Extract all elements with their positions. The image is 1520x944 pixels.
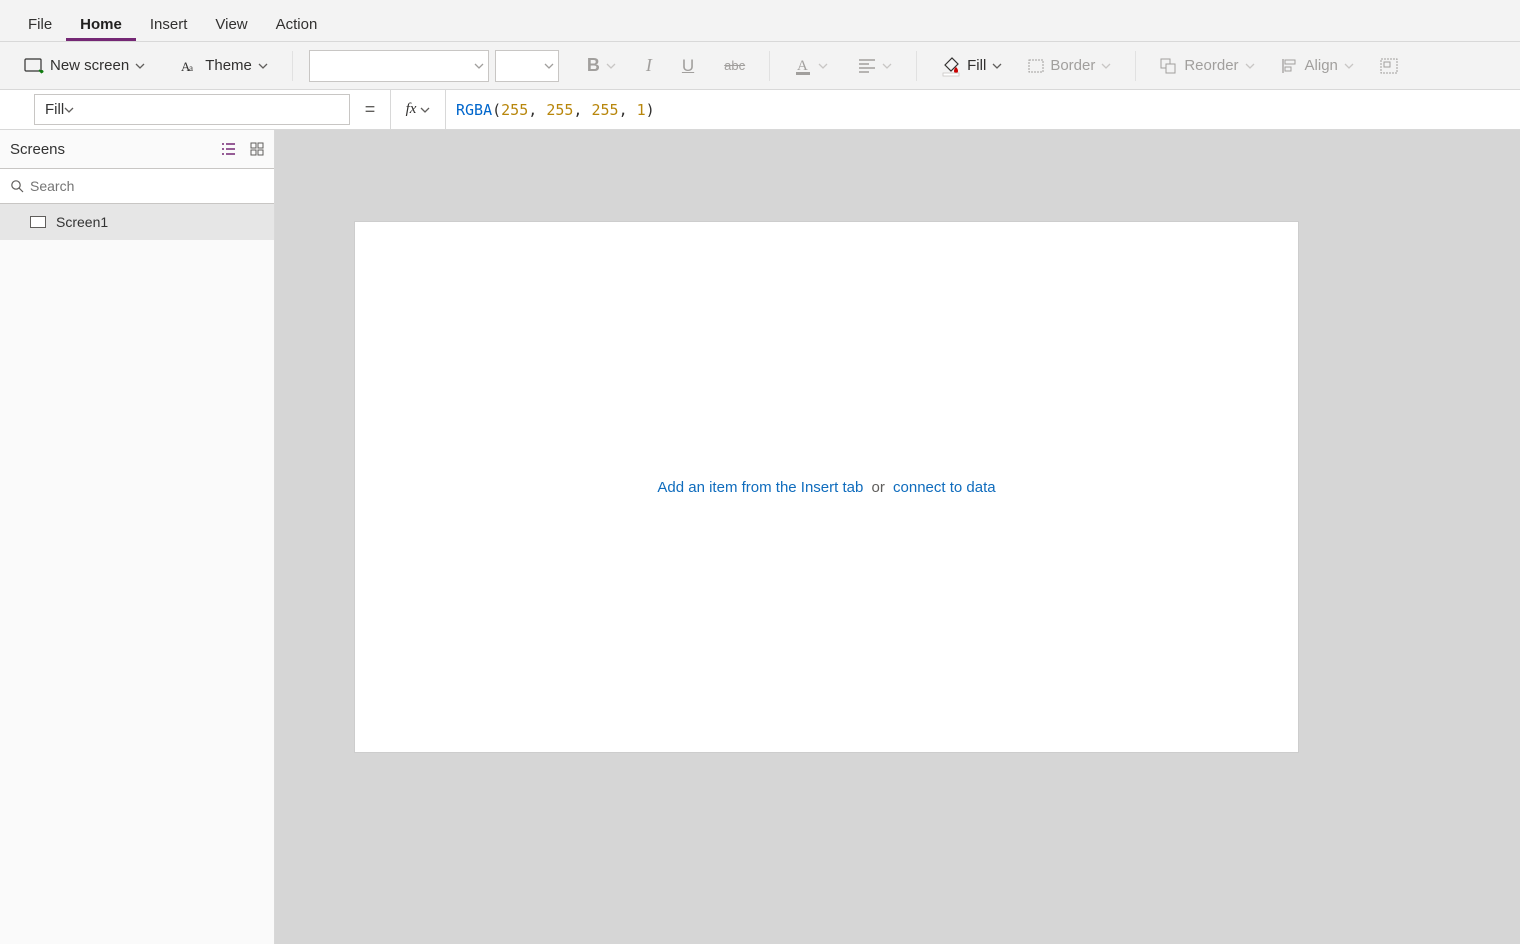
strikethrough-icon: abc: [724, 58, 745, 73]
theme-label: Theme: [205, 57, 252, 74]
fill-button[interactable]: Fill: [933, 51, 1010, 81]
font-color-icon: A: [794, 56, 812, 76]
font-color-button[interactable]: A: [786, 52, 836, 80]
chevron-down-icon: [64, 105, 74, 115]
chevron-down-icon: [258, 61, 268, 71]
underline-icon: U: [682, 56, 694, 76]
font-size-select[interactable]: [495, 50, 559, 82]
menu-tab-action[interactable]: Action: [262, 6, 332, 41]
chevron-down-icon: [992, 61, 1002, 71]
search-input[interactable]: [0, 168, 274, 204]
formula-input[interactable]: RGBA(255, 255, 255, 1): [446, 90, 1520, 129]
bold-button[interactable]: B: [579, 51, 624, 80]
search-wrap: [0, 168, 274, 204]
chevron-down-icon: [135, 61, 145, 71]
align-left-icon: [858, 59, 876, 73]
divider: [292, 51, 293, 81]
italic-icon: I: [646, 55, 652, 76]
chevron-down-icon: [882, 61, 892, 71]
theme-icon: Aa: [181, 58, 199, 74]
align-button[interactable]: Align: [1273, 53, 1362, 78]
tree-view-header: Screens: [0, 130, 274, 168]
screen-plus-icon: [24, 58, 44, 74]
ribbon: New screen Aa Theme: [0, 42, 1520, 90]
bold-icon: B: [587, 55, 600, 76]
chevron-down-icon: [818, 61, 828, 71]
canvas-area: Add an item from the Insert tab or conne…: [275, 130, 1520, 944]
canvas[interactable]: Add an item from the Insert tab or conne…: [355, 222, 1298, 752]
reorder-button[interactable]: Reorder: [1152, 53, 1262, 78]
group-button[interactable]: [1372, 54, 1398, 78]
fx-button[interactable]: fx: [390, 90, 446, 129]
chevron-down-icon: [606, 61, 616, 71]
search-icon: [10, 179, 24, 193]
chevron-down-icon: [544, 61, 554, 71]
menu-tab-view[interactable]: View: [201, 6, 261, 41]
reorder-icon: [1160, 58, 1178, 74]
border-label: Border: [1050, 57, 1095, 74]
theme-button[interactable]: Aa Theme: [173, 53, 276, 78]
font-family-select[interactable]: [309, 50, 489, 82]
menu-tab-home[interactable]: Home: [66, 6, 136, 41]
chevron-down-icon: [1344, 61, 1354, 71]
text-align-button[interactable]: [850, 55, 900, 77]
tree-list-view-icon[interactable]: [220, 142, 236, 156]
tree-view: Screen1: [0, 204, 274, 944]
property-select-value: Fill: [45, 101, 64, 118]
screen-icon: [30, 216, 46, 228]
tree-item-screen1[interactable]: Screen1: [0, 204, 274, 240]
chevron-down-icon: [1101, 61, 1111, 71]
chevron-down-icon: [420, 105, 430, 115]
menu-bar: File Home Insert View Action: [0, 0, 1520, 42]
tree-item-label: Screen1: [56, 214, 108, 230]
tree-view-panel: Screens Screen1: [0, 130, 275, 944]
italic-button[interactable]: I: [638, 51, 660, 80]
equals-label: =: [350, 90, 390, 129]
svg-text:a: a: [189, 63, 193, 73]
chevron-down-icon: [474, 61, 484, 71]
menu-tab-insert[interactable]: Insert: [136, 6, 202, 41]
paint-bucket-icon: [941, 55, 961, 77]
group-icon: [1380, 58, 1398, 74]
border-button[interactable]: Border: [1020, 53, 1119, 78]
align-objects-icon: [1281, 58, 1299, 74]
svg-text:A: A: [797, 58, 808, 74]
divider: [916, 51, 917, 81]
fill-label: Fill: [967, 57, 986, 74]
connect-data-link[interactable]: connect to data: [893, 479, 996, 496]
canvas-or-label: or: [872, 479, 885, 496]
reorder-label: Reorder: [1184, 57, 1238, 74]
formula-bar: Fill = fx RGBA(255, 255, 255, 1): [0, 90, 1520, 130]
tree-thumbnail-view-icon[interactable]: [250, 142, 264, 156]
underline-button[interactable]: U: [674, 52, 702, 80]
formula-fn: RGBA: [456, 101, 492, 119]
new-screen-label: New screen: [50, 57, 129, 74]
menu-tab-file[interactable]: File: [14, 6, 66, 41]
main-area: Screens Screen1: [0, 130, 1520, 944]
border-icon: [1028, 59, 1044, 73]
insert-tab-link[interactable]: Add an item from the Insert tab: [657, 479, 863, 496]
chevron-down-icon: [1245, 61, 1255, 71]
new-screen-button[interactable]: New screen: [16, 53, 153, 78]
tree-view-title: Screens: [10, 141, 65, 158]
property-select[interactable]: Fill: [34, 94, 350, 125]
canvas-empty-message: Add an item from the Insert tab or conne…: [657, 479, 995, 496]
strikethrough-button[interactable]: abc: [716, 54, 753, 77]
fx-label: fx: [406, 101, 417, 118]
divider: [1135, 51, 1136, 81]
align-label: Align: [1305, 57, 1338, 74]
divider: [769, 51, 770, 81]
